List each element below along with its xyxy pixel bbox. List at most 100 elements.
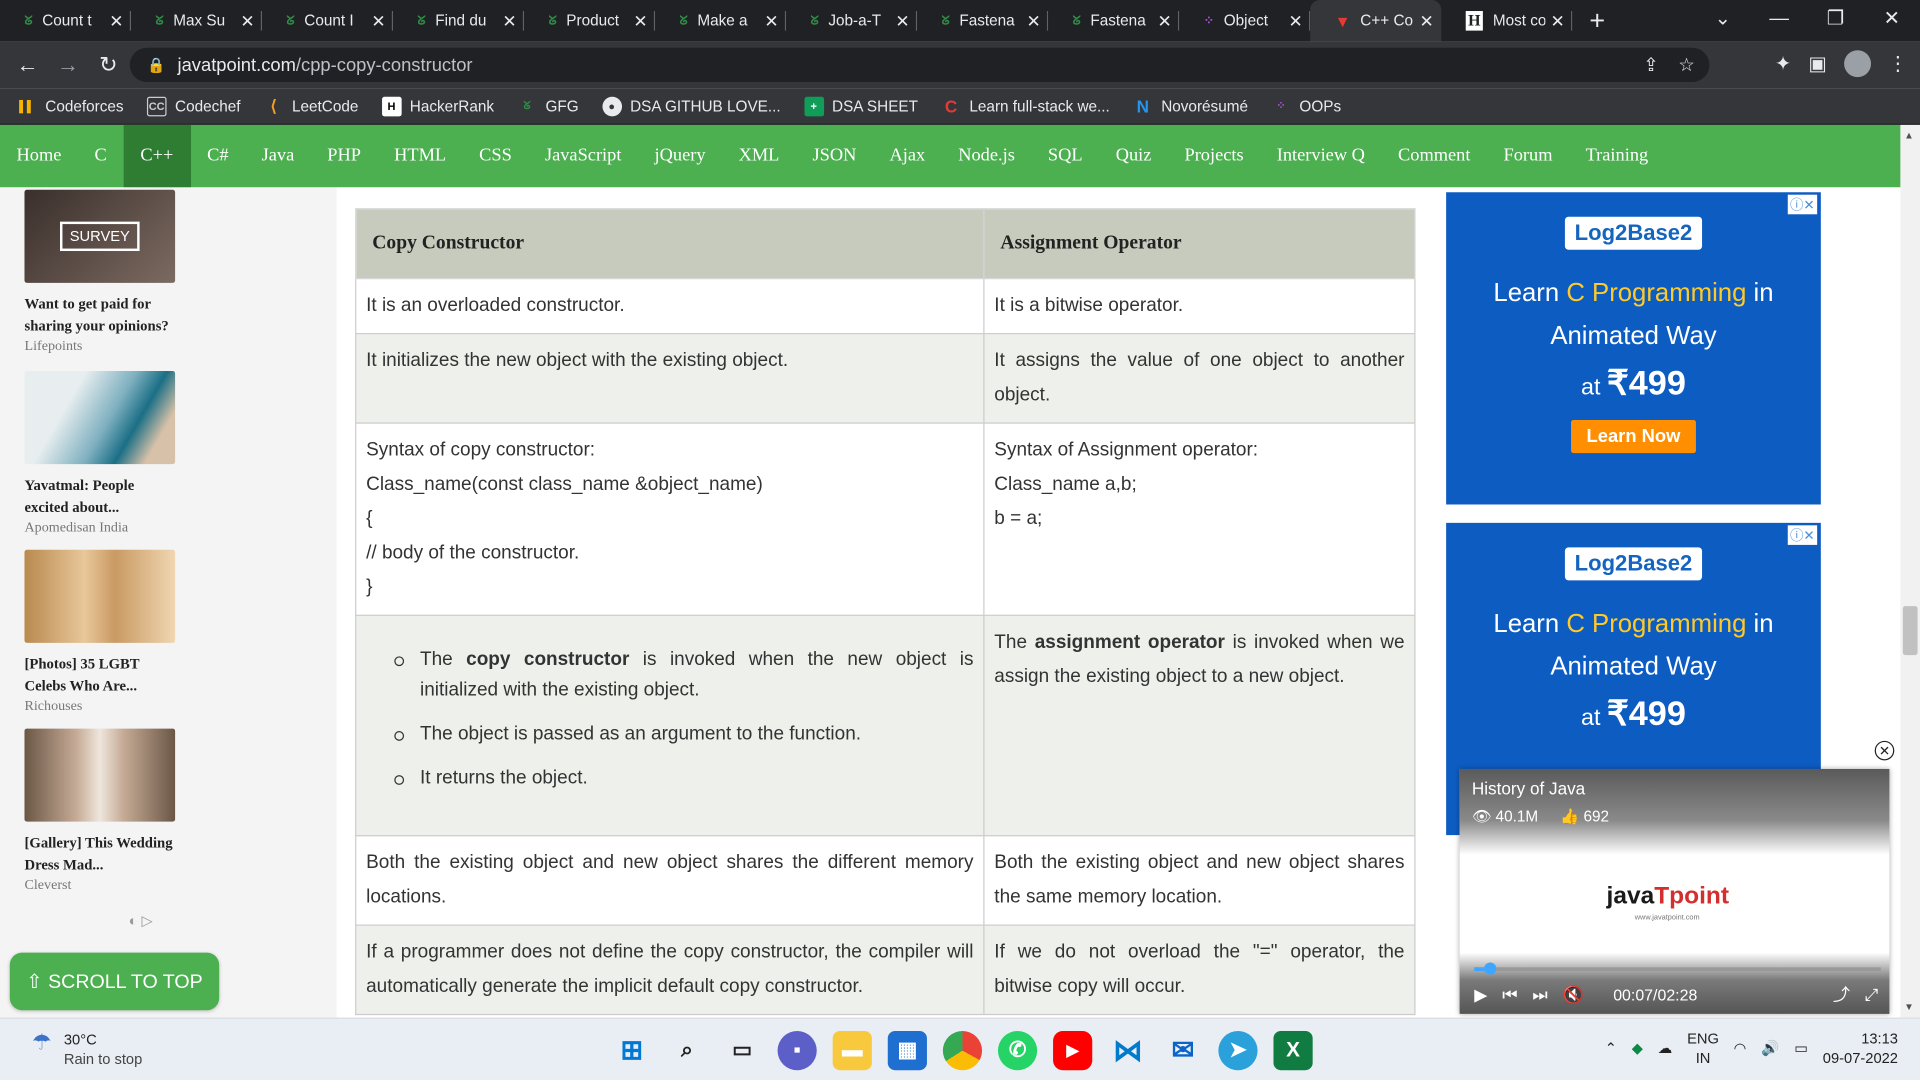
adchoices-icon[interactable]: ◐ ▷ (129, 912, 153, 929)
previous-icon[interactable]: ⏮ (1502, 984, 1517, 1005)
back-icon[interactable]: ← (7, 52, 47, 78)
bookmark-hackerrank[interactable]: H HackerRank (381, 96, 494, 116)
left-ad-4[interactable]: [Gallery] This Wedding Dress Mad... Clev… (24, 728, 176, 893)
browser-tab[interactable]: H Most co ✕ (1441, 0, 1573, 42)
browser-tab[interactable]: ᘜ Job-a-T ✕ (786, 0, 918, 42)
teams-chat-icon[interactable]: ▪ (777, 1031, 817, 1071)
browser-tab[interactable]: ᘜ Fastena ✕ (1048, 0, 1180, 42)
close-tab-icon[interactable]: ✕ (240, 10, 254, 31)
tray-overflow-icon[interactable]: ⌃ (1605, 1040, 1617, 1057)
forward-icon[interactable]: → (48, 52, 88, 78)
browser-tab[interactable]: ᘜ Max Su ✕ (131, 0, 263, 42)
bookmark-leetcode[interactable]: ⟨ LeetCode (264, 96, 358, 116)
share-icon[interactable]: ⤴ (1833, 982, 1850, 1006)
vscode-icon[interactable]: ⋈ (1108, 1031, 1147, 1070)
scroll-to-top-button[interactable]: ⇧ SCROLL TO TOP (9, 952, 220, 1011)
menu-item-ajax[interactable]: Ajax (873, 125, 942, 187)
clock[interactable]: 13:13 09-07-2022 (1823, 1029, 1898, 1068)
youtube-icon[interactable]: ▶ (1053, 1031, 1093, 1071)
battery-icon[interactable]: ▭ (1794, 1040, 1808, 1057)
extensions-puzzle-icon[interactable]: ✦ (1775, 51, 1791, 75)
bookmark-codeforces[interactable]: ▌▌ Codeforces (17, 96, 123, 116)
telegram-icon[interactable]: ➤ (1218, 1031, 1258, 1071)
menu-item-comment[interactable]: Comment (1381, 125, 1487, 187)
close-tab-icon[interactable]: ✕ (895, 10, 909, 31)
chrome-icon[interactable] (942, 1031, 983, 1071)
close-window-button[interactable]: ✕ (1864, 0, 1920, 39)
menu-item-css[interactable]: CSS (463, 125, 529, 187)
menu-item-c#[interactable]: C# (191, 125, 246, 187)
video-player[interactable]: History of Java 👁 40.1M 👍 692 javaTpoint… (1459, 768, 1890, 1014)
bookmark-learn-fullstack[interactable]: C Learn full-stack we... (941, 96, 1110, 116)
close-tab-icon[interactable]: ✕ (1551, 10, 1565, 31)
bookmark-codechef[interactable]: CC Codechef (146, 96, 241, 116)
reload-icon[interactable]: ↻ (88, 52, 128, 78)
video-progress-bar[interactable] (1474, 962, 1881, 975)
lock-icon[interactable]: 🔒 (147, 56, 165, 73)
learn-now-button[interactable]: Learn Now (1570, 420, 1697, 454)
menu-item-home[interactable]: Home (0, 125, 78, 187)
progress-knob[interactable] (1484, 962, 1497, 975)
restore-button[interactable]: ❐ (1807, 0, 1863, 39)
tab-search-icon[interactable]: ⌄ (1695, 0, 1751, 39)
browser-tab[interactable]: ᘜ Count I ✕ (262, 0, 394, 42)
onedrive-icon[interactable]: ☁ (1658, 1040, 1673, 1057)
menu-item-c++[interactable]: C++ (123, 124, 191, 188)
security-icon[interactable]: ◆ (1632, 1040, 1643, 1057)
menu-item-interview-q[interactable]: Interview Q (1260, 125, 1381, 187)
whatsapp-icon[interactable]: ✆ (997, 1031, 1038, 1071)
weather-widget[interactable]: ☂ 30°C Rain to stop (32, 1030, 142, 1069)
ad-info-close-icon[interactable]: ⓘ✕ (1787, 525, 1818, 545)
left-ad-2[interactable]: Yavatmal: People excited about... Apomed… (24, 371, 176, 535)
close-tab-icon[interactable]: ✕ (1157, 10, 1171, 31)
mail-icon[interactable]: ✉ (1163, 1031, 1202, 1070)
menu-item-c[interactable]: C (78, 125, 123, 187)
left-ad-1[interactable]: SURVEY Want to get paid for sharing your… (24, 189, 176, 354)
bookmark-dsa-sheet[interactable]: + DSA SHEET (803, 96, 918, 116)
close-tab-icon[interactable]: ✕ (764, 10, 778, 31)
url-field[interactable]: 🔒 javatpoint.com/cpp-copy-constructor ⇪ … (129, 47, 1710, 83)
play-icon[interactable]: ▶ (1474, 984, 1487, 1005)
task-view-icon[interactable]: ▭ (722, 1031, 761, 1070)
menu-item-sql[interactable]: SQL (1031, 125, 1099, 187)
bookmark-gfg[interactable]: ᘜ GFG (517, 96, 579, 116)
bookmark-dsa-github[interactable]: ● DSA GITHUB LOVE... (601, 96, 781, 116)
close-tab-icon[interactable]: ✕ (502, 10, 516, 31)
bookmark-novoresume[interactable]: N Novorésumé (1133, 96, 1248, 116)
browser-tab[interactable]: ⁘ Object ✕ (1179, 0, 1311, 42)
close-tab-icon[interactable]: ✕ (633, 10, 647, 31)
next-icon[interactable]: ⏭ (1532, 984, 1547, 1005)
minimize-button[interactable]: — (1751, 0, 1807, 39)
menu-item-projects[interactable]: Projects (1168, 125, 1260, 187)
share-icon[interactable]: ⇪ (1643, 54, 1658, 76)
close-tab-icon[interactable]: ✕ (1026, 10, 1040, 31)
left-ad-3[interactable]: [Photos] 35 LGBT Celebs Who Are... Richo… (24, 549, 176, 714)
file-explorer-icon[interactable]: ▬ (832, 1031, 872, 1071)
menu-item-java[interactable]: Java (245, 125, 311, 187)
page-scrollbar[interactable]: ▲ ▼ (1900, 124, 1920, 1018)
scroll-down-icon[interactable]: ▼ (1904, 1002, 1914, 1013)
menu-item-php[interactable]: PHP (311, 125, 378, 187)
menu-item-jquery[interactable]: jQuery (638, 125, 722, 187)
scrollbar-thumb[interactable] (1902, 606, 1918, 656)
close-tab-icon[interactable]: ✕ (371, 10, 385, 31)
close-tab-icon[interactable]: ✕ (1288, 10, 1302, 31)
menu-item-javascript[interactable]: JavaScript (528, 125, 638, 187)
search-icon[interactable]: ⌕ (667, 1031, 706, 1070)
menu-item-training[interactable]: Training (1569, 125, 1665, 187)
new-tab-button[interactable]: + (1589, 0, 1605, 42)
profile-avatar[interactable] (1844, 50, 1872, 78)
language-indicator[interactable]: ENG IN (1687, 1029, 1719, 1068)
video-close-icon[interactable]: ✕ (1874, 740, 1895, 761)
close-tab-icon[interactable]: ✕ (109, 10, 123, 31)
menu-item-node-js[interactable]: Node.js (942, 125, 1032, 187)
ad-info-close-icon[interactable]: ⓘ✕ (1787, 194, 1818, 215)
browser-tab[interactable]: ᘜ Product ✕ (524, 0, 656, 42)
bookmark-star-icon[interactable]: ☆ (1678, 54, 1694, 76)
browser-tab[interactable]: ▼ C++ Co ✕ (1310, 0, 1442, 42)
start-icon[interactable]: ⊞ (612, 1031, 651, 1070)
browser-tab[interactable]: ᘜ Make a ✕ (655, 0, 787, 42)
menu-item-json[interactable]: JSON (796, 125, 873, 187)
menu-dots-icon[interactable]: ⋮ (1888, 51, 1908, 75)
browser-tab[interactable]: ᘜ Find du ✕ (393, 0, 525, 42)
